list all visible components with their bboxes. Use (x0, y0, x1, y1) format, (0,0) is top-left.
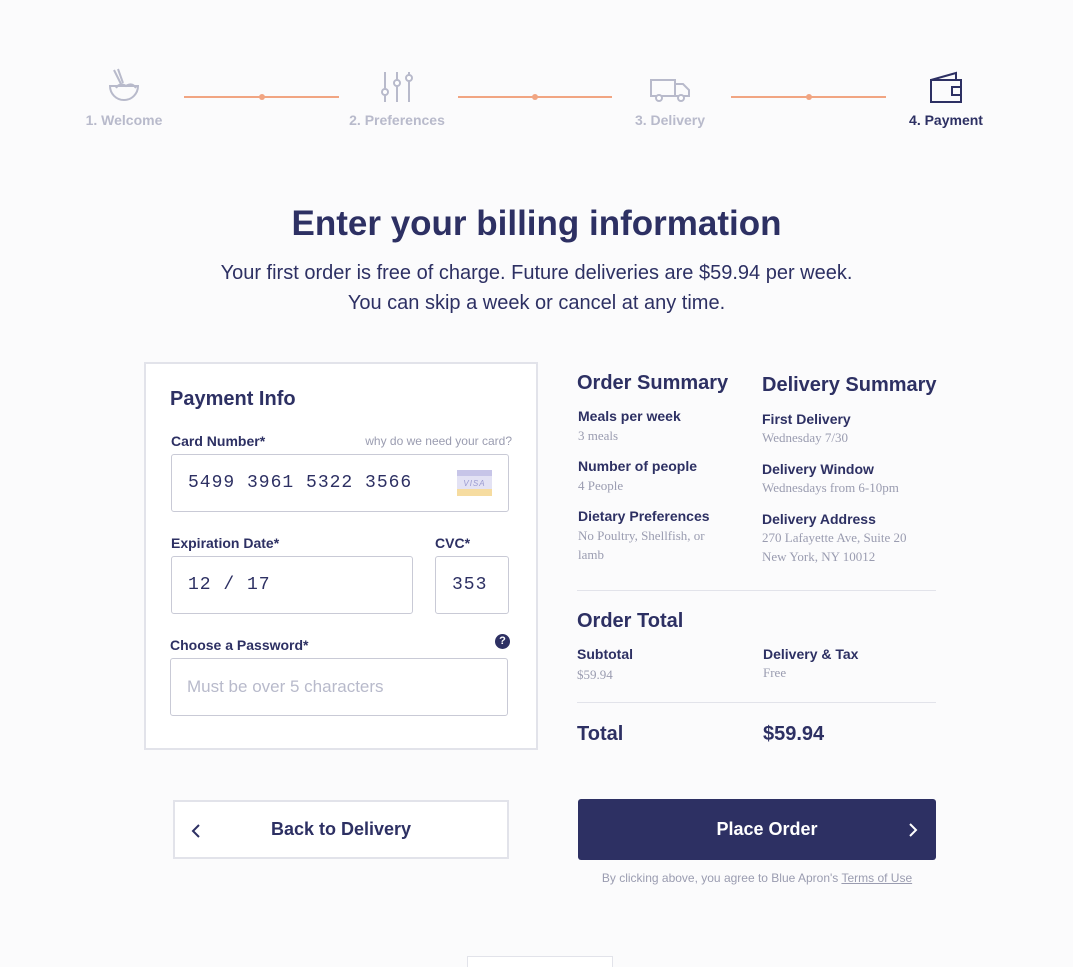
expiration-label-text: Expiration Date (171, 535, 274, 551)
delivery-address-line2: New York, NY 10012 (762, 549, 876, 564)
payment-info-title: Payment Info (170, 388, 296, 410)
step-connector (731, 94, 886, 100)
help-icon[interactable]: ? (495, 634, 510, 649)
delivery-window-value: Wednesdays from 6-10pm (762, 480, 899, 495)
password-placeholder: Must be over 5 characters (187, 677, 384, 696)
order-summary-title: Order Summary (577, 372, 729, 394)
required-mark: * (464, 535, 471, 551)
total-label: Total (577, 723, 624, 745)
terms-text: By clicking above, you agree to Blue Apr… (601, 871, 839, 885)
delivery-tax-value: Free (763, 665, 787, 680)
password-label: Choose a Password* (170, 637, 309, 653)
password-input[interactable]: Must be over 5 characters (170, 658, 508, 716)
total-value: $59.94 (763, 723, 825, 745)
card-number-value: 5499 3961 5322 3566 (188, 473, 413, 493)
delivery-window-label: Delivery Window (762, 461, 874, 477)
required-mark: * (273, 535, 280, 551)
cvc-label-text: CVC (435, 535, 465, 551)
back-button-label: Back to Delivery (270, 819, 412, 839)
first-delivery-label: First Delivery (762, 411, 851, 427)
dietary-value: No Poultry, Shellfish, or lamb (578, 528, 705, 562)
expiration-date-label: Expiration Date* (171, 535, 279, 551)
required-mark: * (259, 433, 266, 449)
expiration-date-input[interactable]: 12 / 17 (171, 556, 413, 614)
delivery-address-line1: 270 Lafayette Ave, Suite 20 (762, 530, 907, 545)
page-title: Enter your billing information (291, 204, 782, 243)
dietary-label: Dietary Preferences (578, 508, 710, 524)
expiration-value: 12 / 17 (188, 575, 271, 595)
step-label: 1. Welcome (85, 112, 163, 128)
step-preferences[interactable]: 2. Preferences (332, 64, 462, 128)
back-to-delivery-button[interactable]: Back to Delivery (173, 800, 509, 859)
step-connector (184, 94, 339, 100)
cvc-input[interactable]: 353 (435, 556, 509, 614)
wallet-icon (881, 64, 1011, 104)
divider (577, 702, 936, 703)
page-subtitle: Your first order is free of charge. Futu… (0, 258, 1073, 318)
people-value: 4 People (578, 478, 624, 493)
meals-per-week-value: 3 meals (578, 428, 619, 443)
first-delivery-value: Wednesday 7/30 (762, 430, 848, 445)
cvc-label: CVC* (435, 535, 470, 551)
required-mark: * (303, 637, 309, 653)
card-number-input[interactable]: 5499 3961 5322 3566 VISA (171, 454, 509, 512)
chevron-right-icon (909, 823, 918, 837)
step-label: 3. Delivery (634, 112, 706, 128)
divider (577, 590, 936, 591)
bowl-icon (59, 64, 189, 104)
visa-card-icon: VISA (457, 470, 492, 496)
payment-info-panel: Payment Info Card Number* why do we need… (144, 362, 538, 750)
terms-of-use-link[interactable]: Terms of Use (841, 871, 912, 885)
card-number-label-text: Card Number (171, 433, 260, 449)
cvc-value: 353 (452, 575, 488, 595)
meals-per-week-label: Meals per week (578, 408, 681, 424)
order-total-title: Order Total (577, 610, 684, 632)
step-label: 4. Payment (909, 112, 983, 128)
delivery-summary-title: Delivery Summary (762, 374, 937, 396)
svg-text:VISA: VISA (463, 479, 485, 488)
place-order-label: Place Order (716, 819, 818, 839)
subtitle-line-2: You can skip a week or cancel at any tim… (347, 292, 726, 314)
people-label: Number of people (578, 458, 698, 474)
footer-box (467, 956, 613, 967)
step-label: 2. Preferences (349, 112, 445, 128)
step-connector (458, 94, 612, 100)
step-delivery[interactable]: 3. Delivery (605, 64, 735, 128)
subtotal-label: Subtotal (577, 646, 633, 662)
chevron-left-icon (191, 824, 200, 838)
card-number-label: Card Number* (171, 433, 265, 449)
delivery-tax-label: Delivery & Tax (763, 646, 859, 662)
truck-icon (605, 64, 735, 104)
delivery-address-label: Delivery Address (762, 511, 876, 527)
place-order-button[interactable]: Place Order (578, 799, 936, 860)
step-welcome[interactable]: 1. Welcome (59, 64, 189, 128)
sliders-icon (332, 64, 462, 104)
step-payment[interactable]: 4. Payment (881, 64, 1011, 128)
subtitle-line-1: Your first order is free of charge. Futu… (220, 262, 853, 284)
why-card-link[interactable]: why do we need your card? (365, 434, 512, 448)
password-label-text: Choose a Password (170, 637, 304, 653)
subtotal-value: $59.94 (577, 667, 613, 682)
terms-notice: By clicking above, you agree to Blue Apr… (578, 871, 936, 885)
